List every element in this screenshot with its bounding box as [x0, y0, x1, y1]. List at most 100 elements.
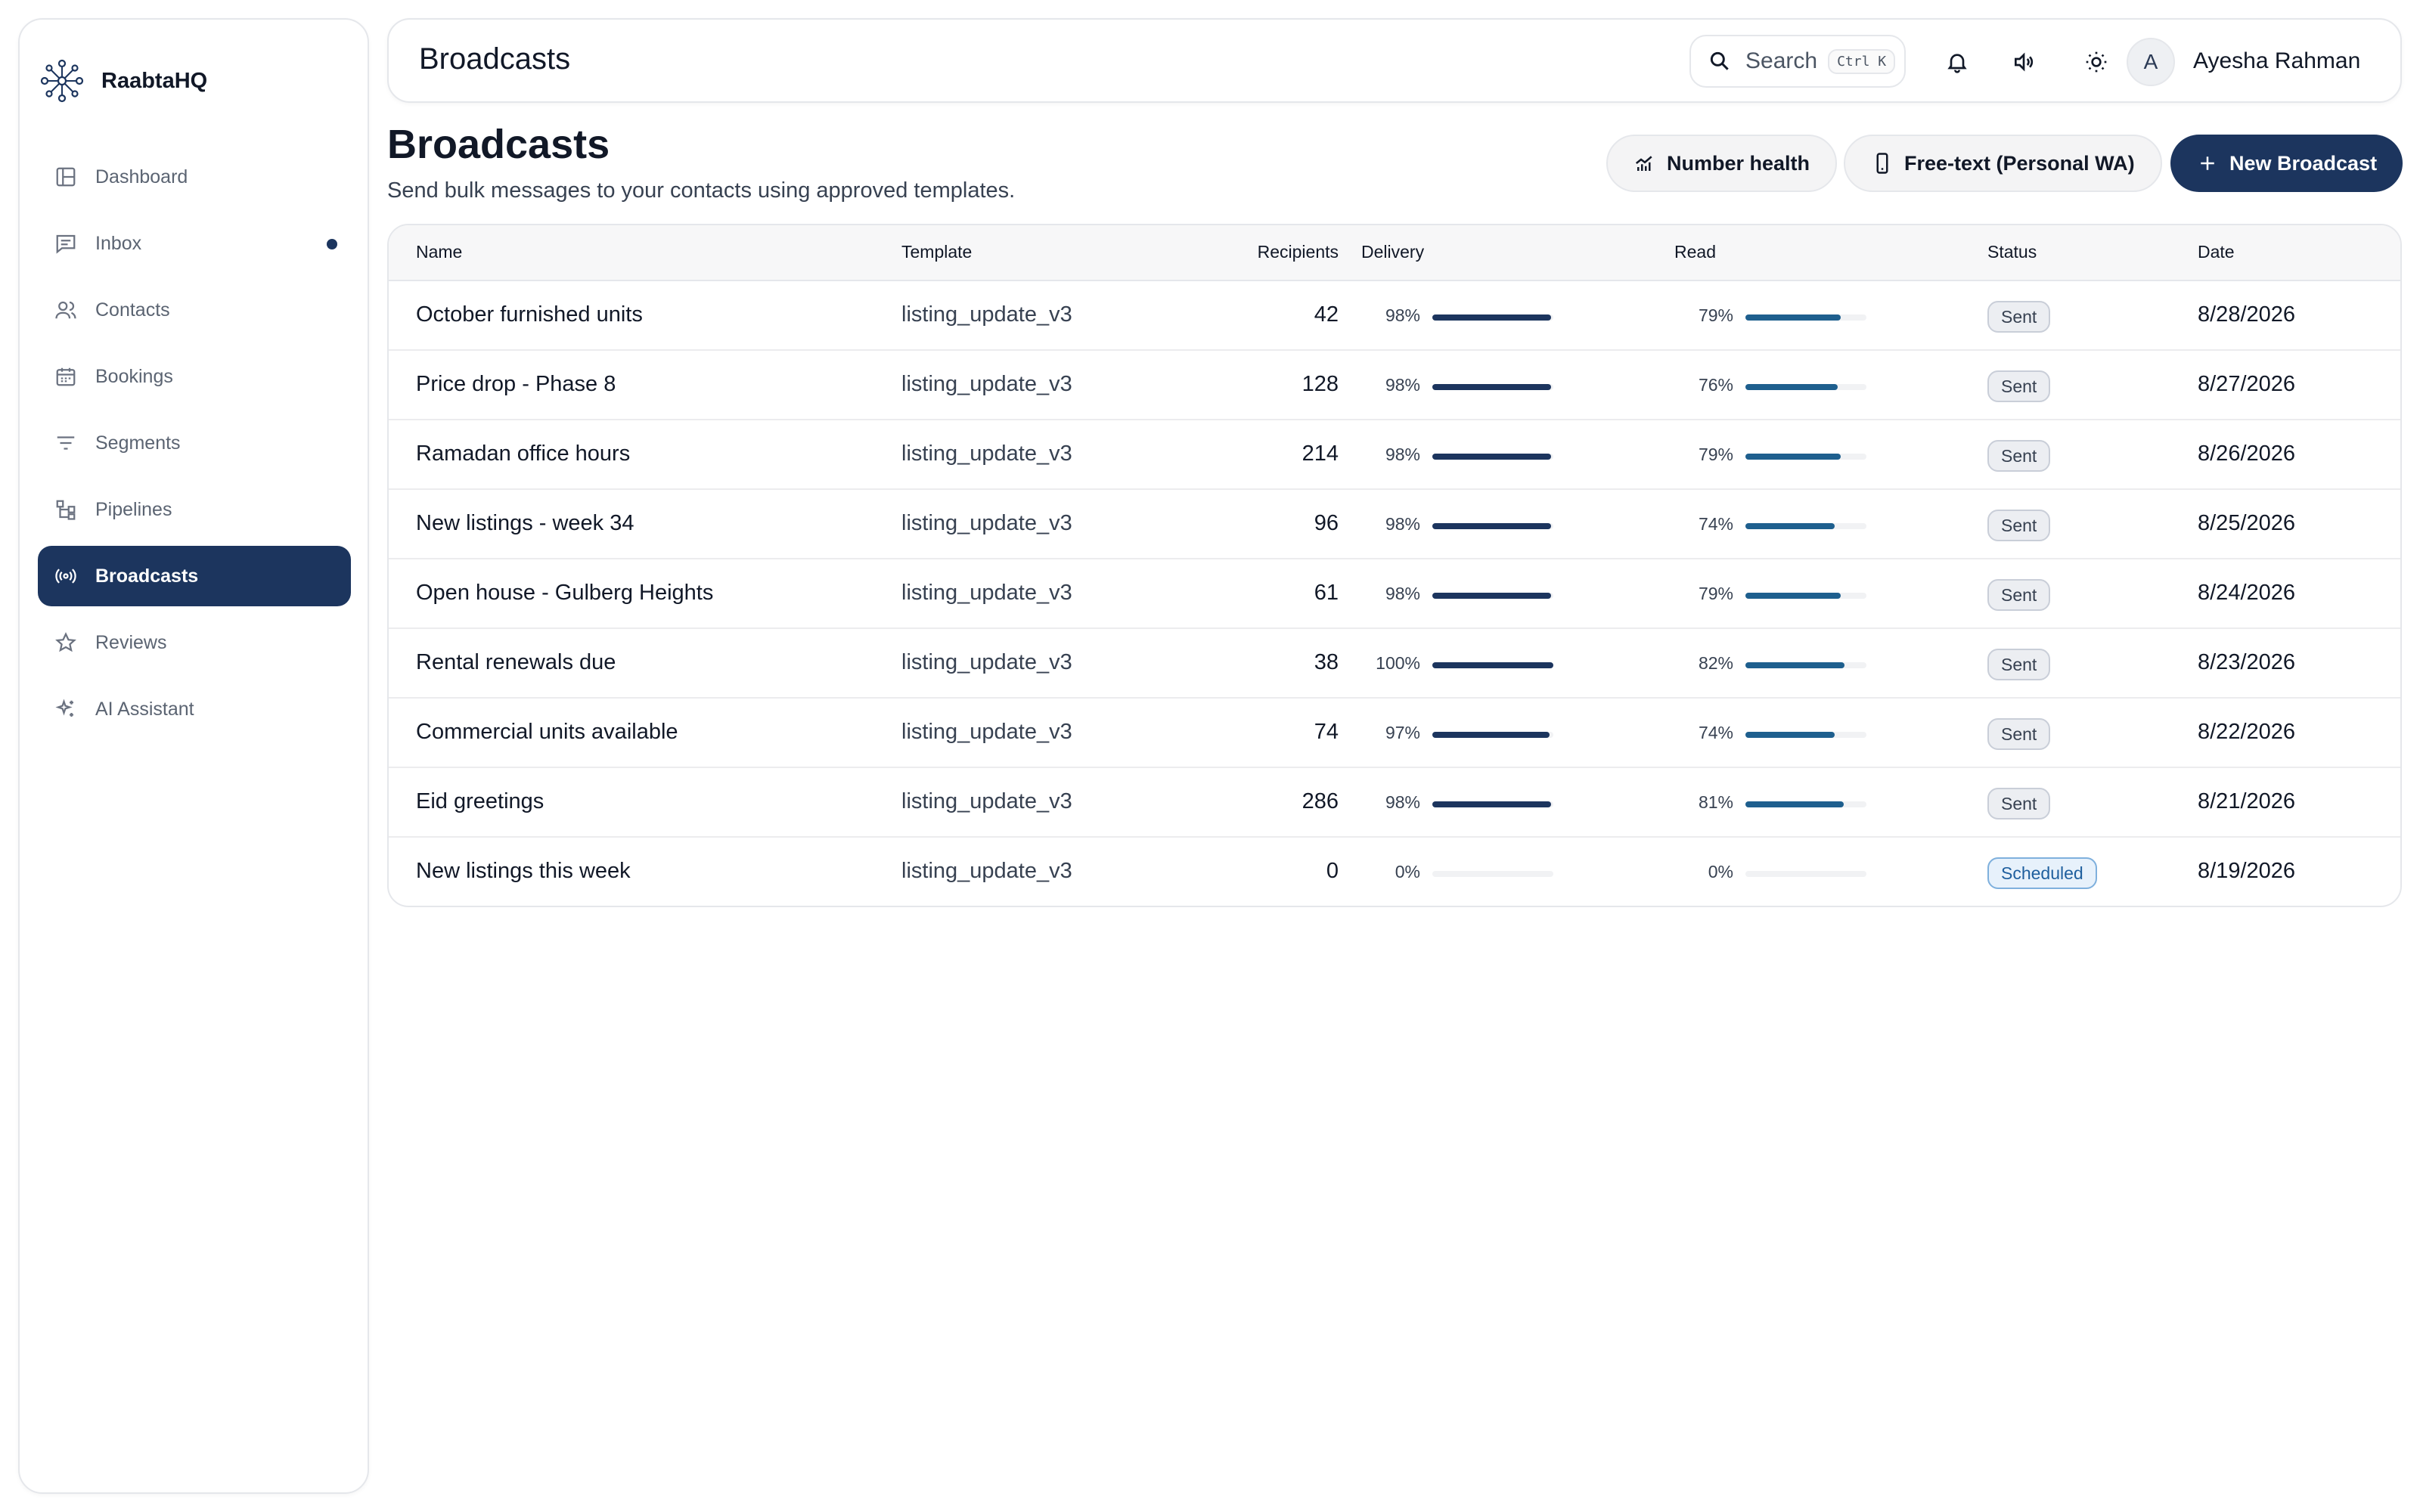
read-bar-fill	[1745, 732, 1835, 738]
sidebar-item-broadcasts[interactable]: Broadcasts	[38, 546, 351, 606]
read-bar-fill	[1745, 523, 1835, 529]
read-percent: 0%	[1708, 862, 1733, 881]
template-name: listing_update_v3	[901, 302, 1072, 327]
column-header-read[interactable]: Read	[1674, 242, 1716, 262]
broadcast-date: 8/25/2026	[2198, 511, 2296, 535]
read-percent: 76%	[1698, 375, 1733, 395]
broadcast-name[interactable]: Commercial units available	[416, 720, 678, 745]
table-row[interactable]: Ramadan office hours listing_update_v3 2…	[389, 420, 2400, 490]
brand[interactable]: RaabtaHQ	[39, 39, 207, 122]
broadcast-name[interactable]: October furnished units	[416, 302, 643, 327]
broadcast-name[interactable]: Eid greetings	[416, 789, 544, 814]
read-percent: 79%	[1698, 445, 1733, 464]
free-text-label: Free-text (Personal WA)	[1904, 151, 2135, 175]
read-bar-fill	[1745, 801, 1844, 807]
sidebar-item-reviews[interactable]: Reviews	[38, 612, 351, 673]
status-badge: Sent	[1987, 649, 2051, 680]
table-row[interactable]: New listings - week 34 listing_update_v3…	[389, 490, 2400, 559]
delivery-percent: 98%	[1385, 792, 1420, 812]
sidebar-item-pipelines[interactable]: Pipelines	[38, 479, 351, 540]
sidebar-item-label: Contacts	[95, 299, 170, 321]
message-icon	[54, 232, 77, 255]
sidebar-item-inbox[interactable]: Inbox	[38, 213, 351, 274]
template-name: listing_update_v3	[901, 372, 1072, 396]
unread-dot	[327, 239, 337, 249]
column-header-date[interactable]: Date	[2198, 242, 2235, 262]
template-name: listing_update_v3	[901, 442, 1072, 466]
table-row[interactable]: October furnished units listing_update_v…	[389, 281, 2400, 351]
template-name: listing_update_v3	[901, 650, 1072, 674]
delivery-bar-fill	[1432, 523, 1551, 529]
status-badge: Sent	[1987, 440, 2051, 472]
read-percent: 74%	[1698, 723, 1733, 742]
table-row[interactable]: Open house - Gulberg Heights listing_upd…	[389, 559, 2400, 629]
column-header-delivery[interactable]: Delivery	[1361, 242, 1424, 262]
sidebar-item-contacts[interactable]: Contacts	[38, 280, 351, 340]
workflow-icon	[54, 498, 77, 521]
column-header-name[interactable]: Name	[416, 242, 462, 262]
recipients-count: 96	[1314, 511, 1339, 535]
new-broadcast-label: New Broadcast	[2229, 151, 2378, 175]
sidebar-item-label: Broadcasts	[95, 565, 199, 587]
broadcasts-table: Name Template Recipients Delivery Read S…	[387, 224, 2402, 907]
broadcast-name[interactable]: New listings this week	[416, 859, 631, 884]
avatar[interactable]: A	[2127, 38, 2175, 86]
new-broadcast-button[interactable]: New Broadcast	[2170, 135, 2403, 192]
sidebar-item-bookings[interactable]: Bookings	[38, 346, 351, 407]
phone-icon	[1876, 153, 1888, 174]
delivery-bar-fill	[1432, 732, 1550, 738]
sidebar: RaabtaHQ Dashboard Inbox Contacts Bookin…	[18, 18, 369, 1494]
star-icon	[54, 631, 77, 654]
logo-icon	[40, 59, 84, 103]
sidebar-item-label: Segments	[95, 432, 181, 454]
bell-icon	[1947, 54, 1967, 73]
delivery-bar-fill	[1432, 454, 1551, 460]
delivery-bar	[1432, 801, 1553, 807]
sun-icon	[2086, 51, 2107, 73]
delivery-bar	[1432, 593, 1553, 599]
notifications-button[interactable]	[1941, 45, 1974, 79]
free-text-button[interactable]: Free-text (Personal WA)	[1844, 135, 2162, 192]
broadcast-name[interactable]: Ramadan office hours	[416, 442, 630, 466]
read-bar	[1745, 314, 1866, 321]
read-bar-fill	[1745, 593, 1841, 599]
broadcast-date: 8/24/2026	[2198, 581, 2296, 605]
recipients-count: 214	[1302, 442, 1339, 466]
sound-button[interactable]	[2007, 45, 2040, 79]
broadcast-name[interactable]: New listings - week 34	[416, 511, 634, 536]
status-badge: Sent	[1987, 579, 2051, 611]
read-percent: 82%	[1698, 653, 1733, 673]
column-header-template[interactable]: Template	[901, 242, 972, 262]
table-row[interactable]: Price drop - Phase 8 listing_update_v3 1…	[389, 351, 2400, 420]
page-subtitle: Send bulk messages to your contacts usin…	[387, 178, 1016, 203]
read-percent: 79%	[1698, 584, 1733, 603]
sidebar-item-label: AI Assistant	[95, 698, 194, 720]
status-badge: Sent	[1987, 788, 2051, 820]
broadcast-name[interactable]: Open house - Gulberg Heights	[416, 581, 713, 606]
template-name: listing_update_v3	[901, 581, 1072, 605]
sidebar-item-segments[interactable]: Segments	[38, 413, 351, 473]
broadcast-icon	[54, 565, 77, 587]
theme-toggle-button[interactable]	[2080, 45, 2113, 79]
sidebar-item-ai-assistant[interactable]: AI Assistant	[38, 679, 351, 739]
table-row[interactable]: Eid greetings listing_update_v3 286 98% …	[389, 768, 2400, 838]
column-header-status[interactable]: Status	[1987, 242, 2037, 262]
user-name[interactable]: Ayesha Rahman	[2193, 48, 2360, 74]
delivery-percent: 98%	[1385, 445, 1420, 464]
recipients-count: 74	[1314, 720, 1339, 744]
recipients-count: 42	[1314, 302, 1339, 327]
broadcast-name[interactable]: Rental renewals due	[416, 650, 616, 675]
number-health-button[interactable]: Number health	[1606, 135, 1838, 192]
status-badge: Sent	[1987, 370, 2051, 402]
search-button[interactable]: Search Ctrl K	[1689, 35, 1906, 88]
table-row[interactable]: New listings this week listing_update_v3…	[389, 838, 2400, 906]
delivery-percent: 98%	[1385, 305, 1420, 325]
read-bar	[1745, 732, 1866, 738]
table-row[interactable]: Commercial units available listing_updat…	[389, 699, 2400, 768]
sidebar-item-dashboard[interactable]: Dashboard	[38, 147, 351, 207]
column-header-recipients[interactable]: Recipients	[1248, 242, 1339, 262]
read-bar	[1745, 801, 1866, 807]
broadcast-name[interactable]: Price drop - Phase 8	[416, 372, 616, 397]
read-percent: 79%	[1698, 305, 1733, 325]
table-row[interactable]: Rental renewals due listing_update_v3 38…	[389, 629, 2400, 699]
